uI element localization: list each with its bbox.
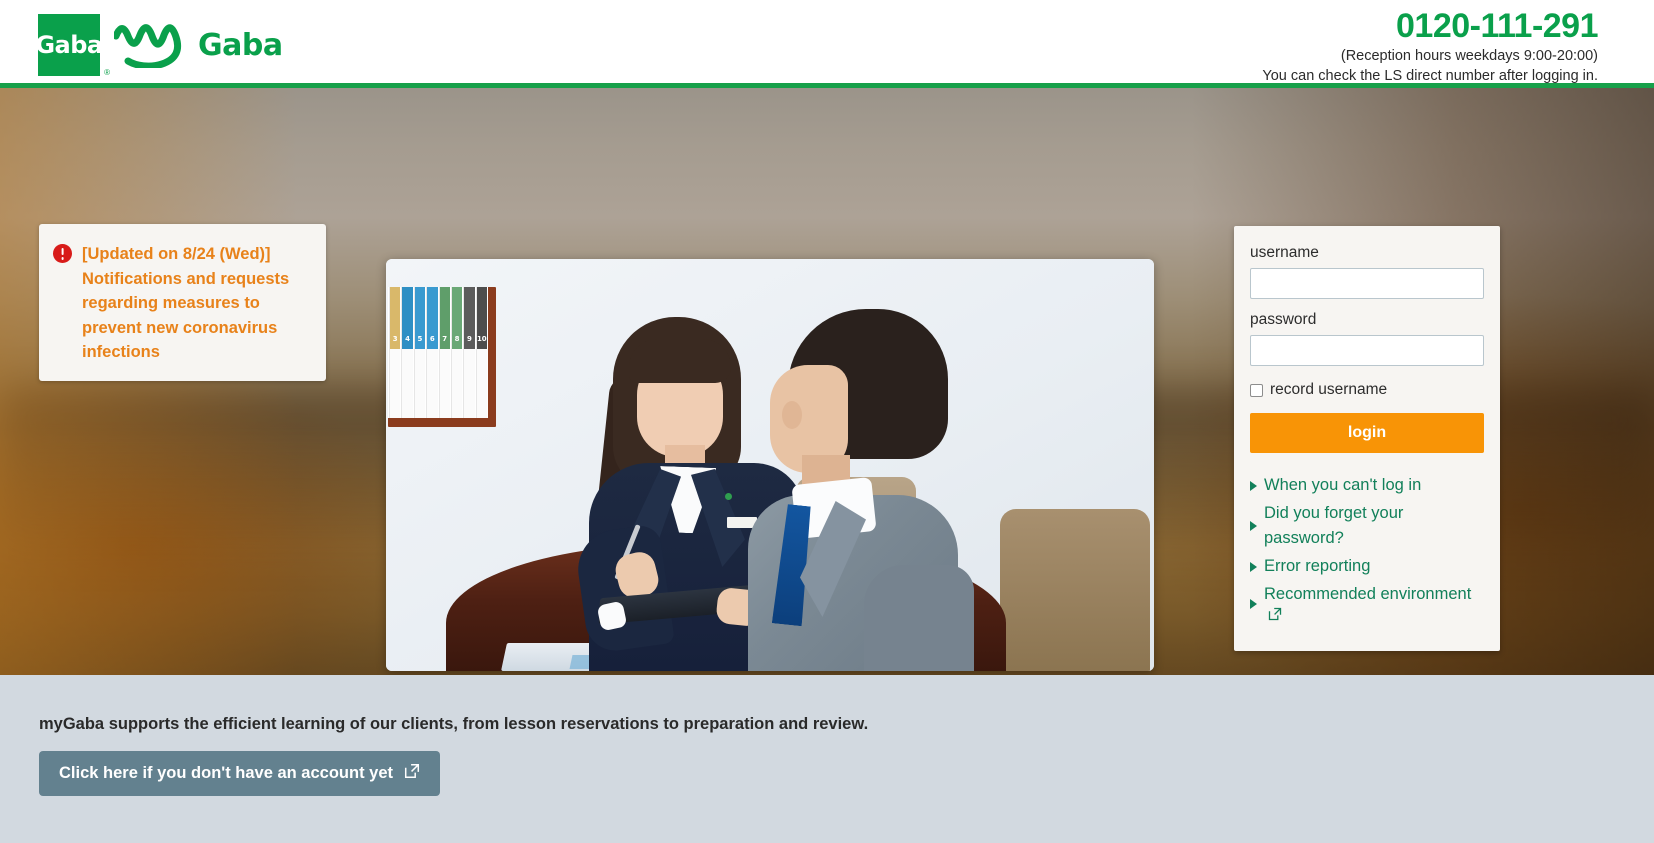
header-contact-block: 0120-111-291 (Reception hours weekdays 9… xyxy=(1262,6,1598,86)
photo-binder: 9 xyxy=(463,287,475,418)
hero-photo: 3 4 5 6 7 8 9 10 xyxy=(386,259,1154,671)
photo-binder: 6 xyxy=(426,287,438,418)
footer-lead-text: myGaba supports the efficient learning o… xyxy=(39,715,869,733)
photo-binder-number: 4 xyxy=(405,335,410,343)
link-cannot-log-in-label[interactable]: When you can't log in xyxy=(1264,473,1421,498)
create-account-button-label: Click here if you don't have an account … xyxy=(59,764,394,782)
photo-binder-number: 7 xyxy=(442,335,448,343)
help-link-list: When you can't log in Did you forget you… xyxy=(1250,473,1484,626)
username-input[interactable] xyxy=(1250,268,1484,299)
link-error-reporting[interactable]: Error reporting xyxy=(1250,554,1484,579)
hero-section: [Updated on 8/24 (Wed)] Notifications an… xyxy=(0,88,1654,675)
my-squiggle-icon xyxy=(112,22,196,70)
registered-trademark-icon: ® xyxy=(104,68,110,77)
support-phone-number: 0120-111-291 xyxy=(1396,7,1598,45)
gaba-wordmark: Gaba xyxy=(198,27,283,63)
ls-direct-number-note: You can check the LS direct number after… xyxy=(1262,68,1598,84)
password-input[interactable] xyxy=(1250,335,1484,366)
photo-binder: 7 xyxy=(438,287,450,418)
gaba-logo-mark: Gaba ® xyxy=(35,14,110,77)
photo-binder: 5 xyxy=(413,287,426,418)
photo-counselor-fringe xyxy=(629,339,731,383)
chevron-right-icon xyxy=(1250,561,1257,572)
link-recommended-environment-label[interactable]: Recommended environment xyxy=(1264,585,1471,603)
photo-binder: 4 xyxy=(401,287,413,418)
site-header: Gaba ® Gaba 0120-111-291 (Reception hour… xyxy=(0,0,1654,88)
covid-notice-text: [Updated on 8/24 (Wed)] Notifications an… xyxy=(82,245,290,361)
external-link-icon xyxy=(1268,607,1282,626)
photo-client-arm xyxy=(864,565,974,671)
record-username-checkbox[interactable] xyxy=(1250,383,1263,397)
chevron-right-icon xyxy=(1250,521,1257,531)
photo-person-client xyxy=(748,309,1058,671)
photo-counselor-pin xyxy=(725,493,732,500)
photo-binder-number: 10 xyxy=(476,335,487,343)
password-label: password xyxy=(1250,311,1317,328)
footer-section: myGaba supports the efficient learning o… xyxy=(0,675,1654,843)
link-forgot-password-label[interactable]: Did you forget your password? xyxy=(1264,501,1484,551)
chevron-right-icon xyxy=(1250,480,1257,491)
record-username-label: record username xyxy=(1270,381,1388,398)
gaba-logo-mark-text: Gaba xyxy=(35,31,103,59)
photo-binder: 3 xyxy=(389,287,401,418)
photo-binder-number: 9 xyxy=(467,335,472,343)
login-button[interactable]: login xyxy=(1250,413,1484,453)
chevron-right-icon xyxy=(1250,599,1257,609)
photo-binder: 10 xyxy=(475,287,487,418)
link-recommended-environment[interactable]: Recommended environment xyxy=(1250,582,1484,626)
photo-binder-row: 3 4 5 6 7 8 9 10 xyxy=(388,287,488,418)
photo-binder: 8 xyxy=(450,287,463,418)
username-label: username xyxy=(1250,244,1319,261)
photo-binder-number: 5 xyxy=(417,335,423,343)
record-username-row[interactable]: record username xyxy=(1250,380,1484,400)
login-panel: username password record username login … xyxy=(1234,226,1500,651)
photo-client-ear xyxy=(782,401,802,429)
external-link-icon xyxy=(404,763,420,784)
covid-notice-card[interactable]: [Updated on 8/24 (Wed)] Notifications an… xyxy=(39,224,326,381)
reception-hours-text: (Reception hours weekdays 9:00-20:00) xyxy=(1340,48,1598,64)
link-forgot-password[interactable]: Did you forget your password? xyxy=(1250,501,1484,551)
photo-bookshelf: 3 4 5 6 7 8 9 10 xyxy=(388,287,496,427)
photo-binder-number: 3 xyxy=(392,335,398,343)
photo-binder-number: 6 xyxy=(429,335,435,343)
link-error-reporting-label[interactable]: Error reporting xyxy=(1264,554,1370,579)
alert-exclamation-icon xyxy=(53,244,72,263)
link-cannot-log-in[interactable]: When you can't log in xyxy=(1250,473,1484,498)
create-account-button[interactable]: Click here if you don't have an account … xyxy=(39,751,441,796)
brand-logo[interactable]: Gaba ® Gaba xyxy=(35,14,283,77)
photo-binder-number: 8 xyxy=(454,335,460,343)
